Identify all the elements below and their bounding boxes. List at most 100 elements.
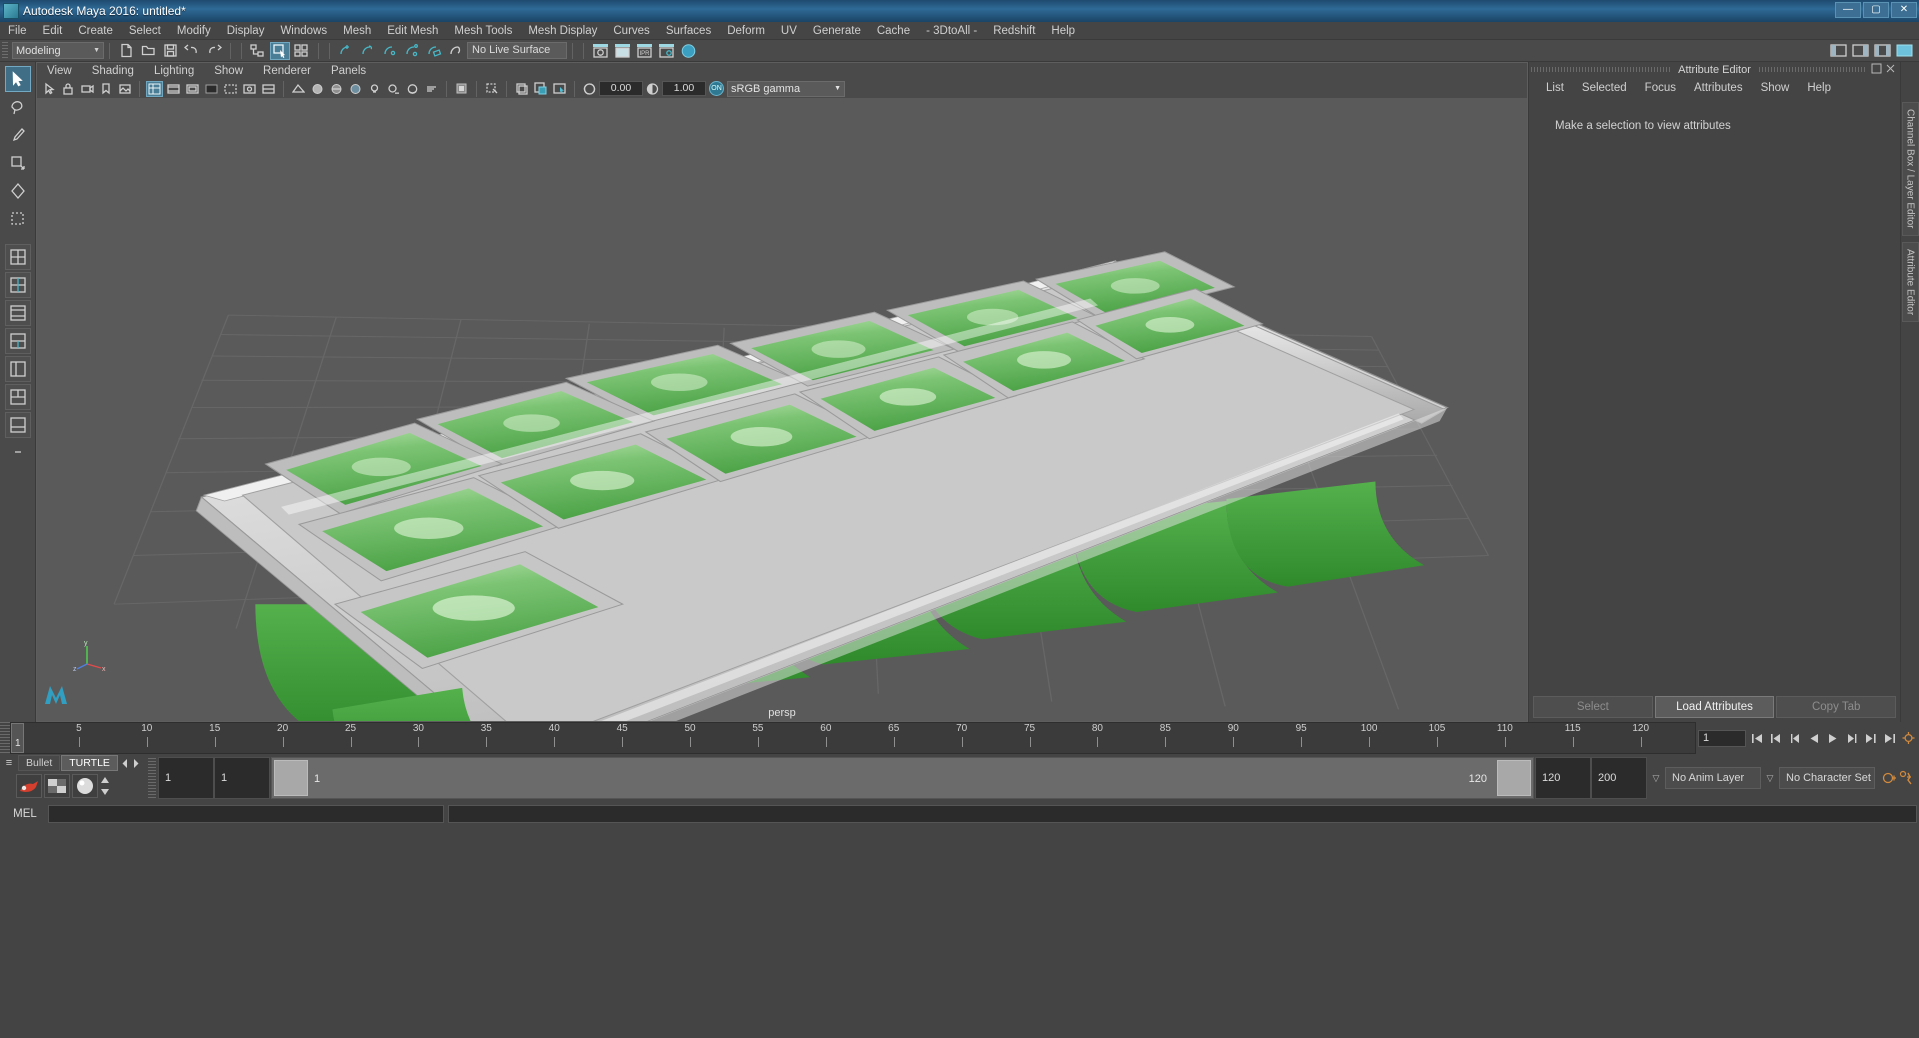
snap-to-view-plane-icon[interactable] xyxy=(424,42,444,60)
shelf-item-turtle-render[interactable] xyxy=(16,774,42,798)
tab-scroll-arrows[interactable] xyxy=(121,758,140,769)
attribute-editor-window-controls[interactable] xyxy=(1871,63,1896,74)
gate-mask-icon[interactable] xyxy=(203,81,220,97)
command-output-field[interactable] xyxy=(448,805,1917,823)
time-slider[interactable]: 1 5 10 15 20 25 30 35 40 45 50 55 60 65 70 75 80 85 90 95 1… xyxy=(10,722,1696,754)
viewport-menu-lighting[interactable]: Lighting xyxy=(144,63,204,80)
animation-preferences-button-icon[interactable] xyxy=(1898,770,1915,787)
menu-edit-mesh[interactable]: Edit Mesh xyxy=(379,22,446,40)
viewport-layout-hypershade-persp-icon[interactable] xyxy=(4,384,31,410)
hypershade-icon[interactable] xyxy=(678,42,698,60)
shadows-icon[interactable] xyxy=(385,81,402,97)
maximize-button[interactable]: ▢ xyxy=(1863,2,1889,18)
menu-cache[interactable]: Cache xyxy=(869,22,918,40)
close-button[interactable]: ✕ xyxy=(1891,2,1917,18)
snap-to-point-icon[interactable] xyxy=(380,42,400,60)
open-scene-icon[interactable] xyxy=(138,42,158,60)
select-component-icon[interactable] xyxy=(292,42,312,60)
gamma-icon[interactable] xyxy=(644,81,661,97)
viewport-layout-persp-graph-icon[interactable] xyxy=(4,412,31,438)
menu-set-selector[interactable]: Modeling ▼ xyxy=(12,42,104,59)
attribute-editor-toggle-icon[interactable] xyxy=(1850,42,1870,60)
step-forward-frame-icon[interactable] xyxy=(1843,730,1860,747)
select-camera-icon[interactable] xyxy=(40,81,57,97)
range-start-handle[interactable] xyxy=(274,760,308,796)
color-profile-selector[interactable]: sRGB gamma ▼ xyxy=(727,80,845,97)
render-current-frame-icon[interactable] xyxy=(590,42,610,60)
tab-attribute-editor[interactable]: Attribute Editor xyxy=(1901,241,1919,322)
isolate-select-icon[interactable] xyxy=(483,81,500,97)
smooth-shade-all-icon[interactable] xyxy=(309,81,326,97)
display-textures-icon[interactable] xyxy=(513,81,530,97)
menu-deform[interactable]: Deform xyxy=(719,22,773,40)
go-to-end-icon[interactable] xyxy=(1881,730,1898,747)
shelf-scroll-arrows[interactable] xyxy=(100,776,110,796)
tab-channel-box-layer-editor[interactable]: Channel Box / Layer Editor xyxy=(1901,102,1919,236)
menu-mesh[interactable]: Mesh xyxy=(335,22,379,40)
command-language-label[interactable]: MEL xyxy=(2,808,48,820)
anim-layer-selector[interactable]: No Anim Layer xyxy=(1665,767,1761,789)
multisample-aa-icon[interactable] xyxy=(453,81,470,97)
resolution-gate-icon[interactable] xyxy=(184,81,201,97)
step-forward-keyframe-icon[interactable] xyxy=(1862,730,1879,747)
viewport-menu-shading[interactable]: Shading xyxy=(82,63,144,80)
viewport-layout-three-panes-icon[interactable] xyxy=(4,300,31,326)
scale-tool-icon[interactable] xyxy=(5,206,31,232)
ae-menu-help[interactable]: Help xyxy=(1798,82,1840,94)
more-layouts-icon[interactable] xyxy=(5,440,31,466)
image-plane-icon[interactable] xyxy=(116,81,133,97)
minimize-button[interactable]: — xyxy=(1835,2,1861,18)
screen-space-ao-icon[interactable] xyxy=(404,81,421,97)
redo-icon[interactable] xyxy=(204,42,224,60)
exposure-field[interactable]: 0.00 xyxy=(599,81,643,96)
lasso-tool-icon[interactable] xyxy=(5,94,31,120)
time-slider-grip[interactable] xyxy=(0,722,10,754)
film-gate-icon[interactable] xyxy=(165,81,182,97)
playback-start-time-field[interactable]: 1 xyxy=(214,757,270,799)
grid-toggle-icon[interactable] xyxy=(146,80,163,97)
range-slider-bar[interactable]: 1 120 xyxy=(271,757,1534,799)
undo-icon[interactable] xyxy=(182,42,202,60)
render-sequence-icon[interactable] xyxy=(612,42,632,60)
range-options-dropdown-icon[interactable]: ▽ xyxy=(1647,773,1665,784)
viewport-menu-panels[interactable]: Panels xyxy=(321,63,376,80)
make-live-icon[interactable] xyxy=(446,42,466,60)
menu-modify[interactable]: Modify xyxy=(169,22,219,40)
character-set-selector[interactable]: No Character Set xyxy=(1779,767,1875,789)
select-button[interactable]: Select xyxy=(1533,696,1653,718)
exposure-icon[interactable] xyxy=(581,81,598,97)
camera-attributes-icon[interactable] xyxy=(78,81,95,97)
step-back-keyframe-icon[interactable] xyxy=(1767,730,1784,747)
statusline-grip[interactable] xyxy=(2,41,8,60)
use-all-lights-icon[interactable] xyxy=(366,81,383,97)
go-to-start-icon[interactable] xyxy=(1748,730,1765,747)
wireframe-shading-icon[interactable] xyxy=(290,81,307,97)
load-attributes-button[interactable]: Load Attributes xyxy=(1654,696,1775,718)
live-surface-field[interactable]: No Live Surface xyxy=(467,42,567,59)
viewport-layout-outliner-persp-icon[interactable] xyxy=(4,356,31,382)
hardware-texturing-icon[interactable] xyxy=(347,81,364,97)
menu-file[interactable]: File xyxy=(0,22,35,40)
ipr-render-icon[interactable]: IPR xyxy=(634,42,654,60)
anim-layer-dropdown-icon[interactable]: ▽ xyxy=(1761,773,1779,784)
xray-active-components-icon[interactable] xyxy=(260,81,277,97)
color-management-toggle[interactable]: ON xyxy=(709,81,724,96)
play-forwards-icon[interactable] xyxy=(1824,730,1841,747)
move-tool-icon[interactable] xyxy=(5,150,31,176)
menu-generate[interactable]: Generate xyxy=(805,22,869,40)
play-backwards-icon[interactable] xyxy=(1805,730,1822,747)
viewport-layout-four-panes-icon[interactable] xyxy=(4,328,31,354)
select-hierarchy-icon[interactable] xyxy=(248,42,268,60)
copy-tab-button[interactable]: Copy Tab xyxy=(1776,696,1897,718)
animation-preferences-icon[interactable] xyxy=(1900,730,1917,747)
menu-mesh-display[interactable]: Mesh Display xyxy=(520,22,605,40)
menu-help[interactable]: Help xyxy=(1043,22,1083,40)
perspective-viewport[interactable]: y x z persp xyxy=(36,98,1528,722)
viewport-layout-two-panes-icon[interactable] xyxy=(4,272,31,298)
menu-select[interactable]: Select xyxy=(121,22,169,40)
viewport-menu-renderer[interactable]: Renderer xyxy=(253,63,321,80)
shelf-item-texture-bake[interactable] xyxy=(44,774,70,798)
shelf-item-render-sphere[interactable] xyxy=(72,774,98,798)
smooth-shade-wireframe-icon[interactable] xyxy=(328,81,345,97)
viewport-snapshot-icon[interactable] xyxy=(551,81,568,97)
